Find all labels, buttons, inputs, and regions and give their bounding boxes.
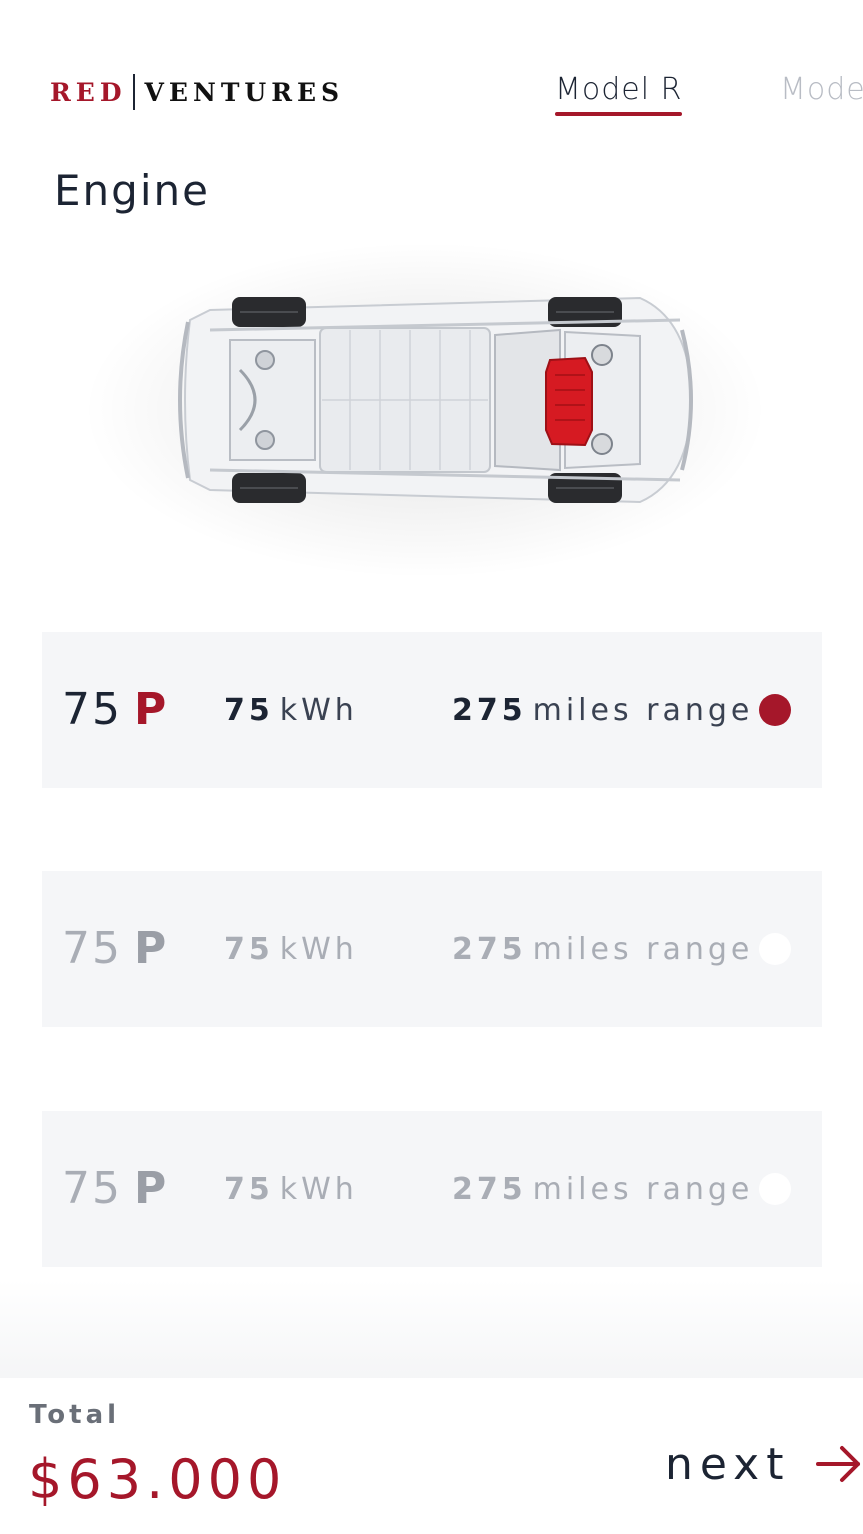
option-range-value: 275 — [452, 1172, 527, 1207]
option-kwh-unit: kWh — [279, 932, 358, 967]
engine-option-3[interactable]: 75 P 75 kWh 275 miles range — [42, 1111, 822, 1267]
option-radio-selected[interactable] — [759, 694, 791, 726]
option-range: 275 miles range — [452, 1172, 753, 1207]
engine-option-2[interactable]: 75 P 75 kWh 275 miles range — [42, 871, 822, 1027]
option-kwh: 75 kWh — [224, 932, 358, 967]
car-chassis-drawing — [178, 296, 694, 504]
option-kwh-unit: kWh — [279, 1172, 358, 1207]
option-code: 75 P — [62, 1163, 168, 1214]
page-title: Engine — [54, 166, 210, 215]
tab-model-r[interactable]: Model R — [555, 72, 683, 116]
option-kwh: 75 kWh — [224, 693, 358, 728]
option-kwh-unit: kWh — [279, 693, 358, 728]
engine-option-1[interactable]: 75 P 75 kWh 275 miles range — [42, 632, 822, 788]
option-code-letter: P — [134, 1163, 169, 1214]
arrow-right-icon — [816, 1446, 861, 1482]
brand-divider — [132, 74, 135, 110]
option-radio[interactable] — [759, 933, 791, 965]
option-range-unit: miles range — [532, 693, 754, 728]
footer-shadow — [0, 1280, 863, 1380]
option-kwh: 75 kWh — [224, 1172, 358, 1207]
next-label: next — [665, 1438, 791, 1490]
option-range: 275 miles range — [452, 693, 753, 728]
option-code-letter: P — [134, 923, 169, 974]
option-radio[interactable] — [759, 1173, 791, 1205]
option-code-number: 75 — [62, 1163, 122, 1214]
next-button[interactable]: next — [665, 1434, 862, 1494]
total-price: $63.000 — [28, 1448, 287, 1511]
active-tab-indicator — [555, 112, 683, 116]
tab-model-next-label: Model — [780, 72, 863, 107]
option-range-value: 275 — [452, 693, 527, 728]
option-kwh-value: 75 — [224, 1172, 274, 1207]
option-range: 275 miles range — [452, 932, 753, 967]
option-range-value: 275 — [452, 932, 527, 967]
option-range-unit: miles range — [532, 932, 754, 967]
option-range-unit: miles range — [532, 1172, 754, 1207]
option-code-letter: P — [134, 684, 169, 735]
tab-model-next[interactable]: Model — [780, 72, 863, 107]
brand-ventures: VENTURES — [144, 77, 345, 107]
tab-model-r-label: Model R — [555, 72, 683, 107]
option-code: 75 P — [62, 923, 168, 974]
option-kwh-value: 75 — [224, 693, 274, 728]
brand-red: RED — [50, 77, 127, 107]
total-label: Total — [29, 1400, 121, 1430]
brand-logo[interactable]: RED VENTURES — [50, 74, 344, 110]
option-code: 75 P — [62, 684, 168, 735]
footer-bar: Total $63.000 next — [0, 1378, 863, 1534]
car-chassis-image — [80, 240, 770, 580]
option-kwh-value: 75 — [224, 932, 274, 967]
option-code-number: 75 — [62, 923, 122, 974]
option-code-number: 75 — [62, 684, 122, 735]
